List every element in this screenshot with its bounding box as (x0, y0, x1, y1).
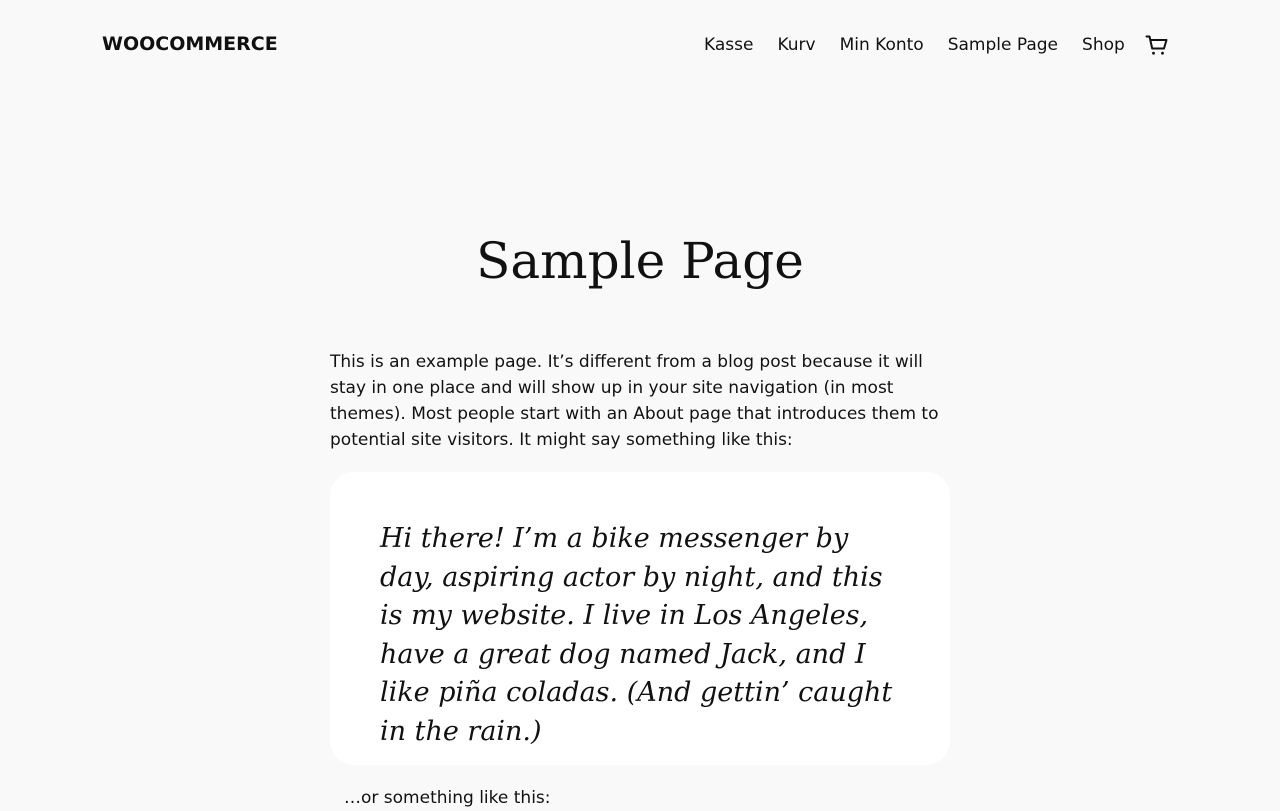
outro-paragraph: …or something like this: (344, 788, 551, 808)
pullquote-text: Hi there! I’m a bike messenger by day, a… (380, 523, 893, 747)
site-header: WOOCOMMERCE Kasse Kurv Min Konto Sample … (0, 0, 1280, 90)
nav-item-min-konto[interactable]: Min Konto (840, 35, 924, 55)
nav-item-sample-page[interactable]: Sample Page (948, 35, 1058, 55)
nav-item-shop[interactable]: Shop (1082, 35, 1125, 55)
intro-paragraph: This is an example page. It’s different … (330, 352, 939, 450)
cart-icon (1145, 35, 1168, 55)
cart-button[interactable] (1145, 33, 1169, 57)
nav-item-kasse[interactable]: Kasse (704, 35, 753, 55)
site-title-link[interactable]: WOOCOMMERCE (102, 33, 278, 55)
page-title: Sample Page (476, 232, 804, 290)
nav-item-kurv[interactable]: Kurv (777, 35, 815, 55)
primary-navigation: Kasse Kurv Min Konto Sample Page Shop (704, 34, 1149, 56)
pullquote: Hi there! I’m a bike messenger by day, a… (330, 472, 950, 765)
